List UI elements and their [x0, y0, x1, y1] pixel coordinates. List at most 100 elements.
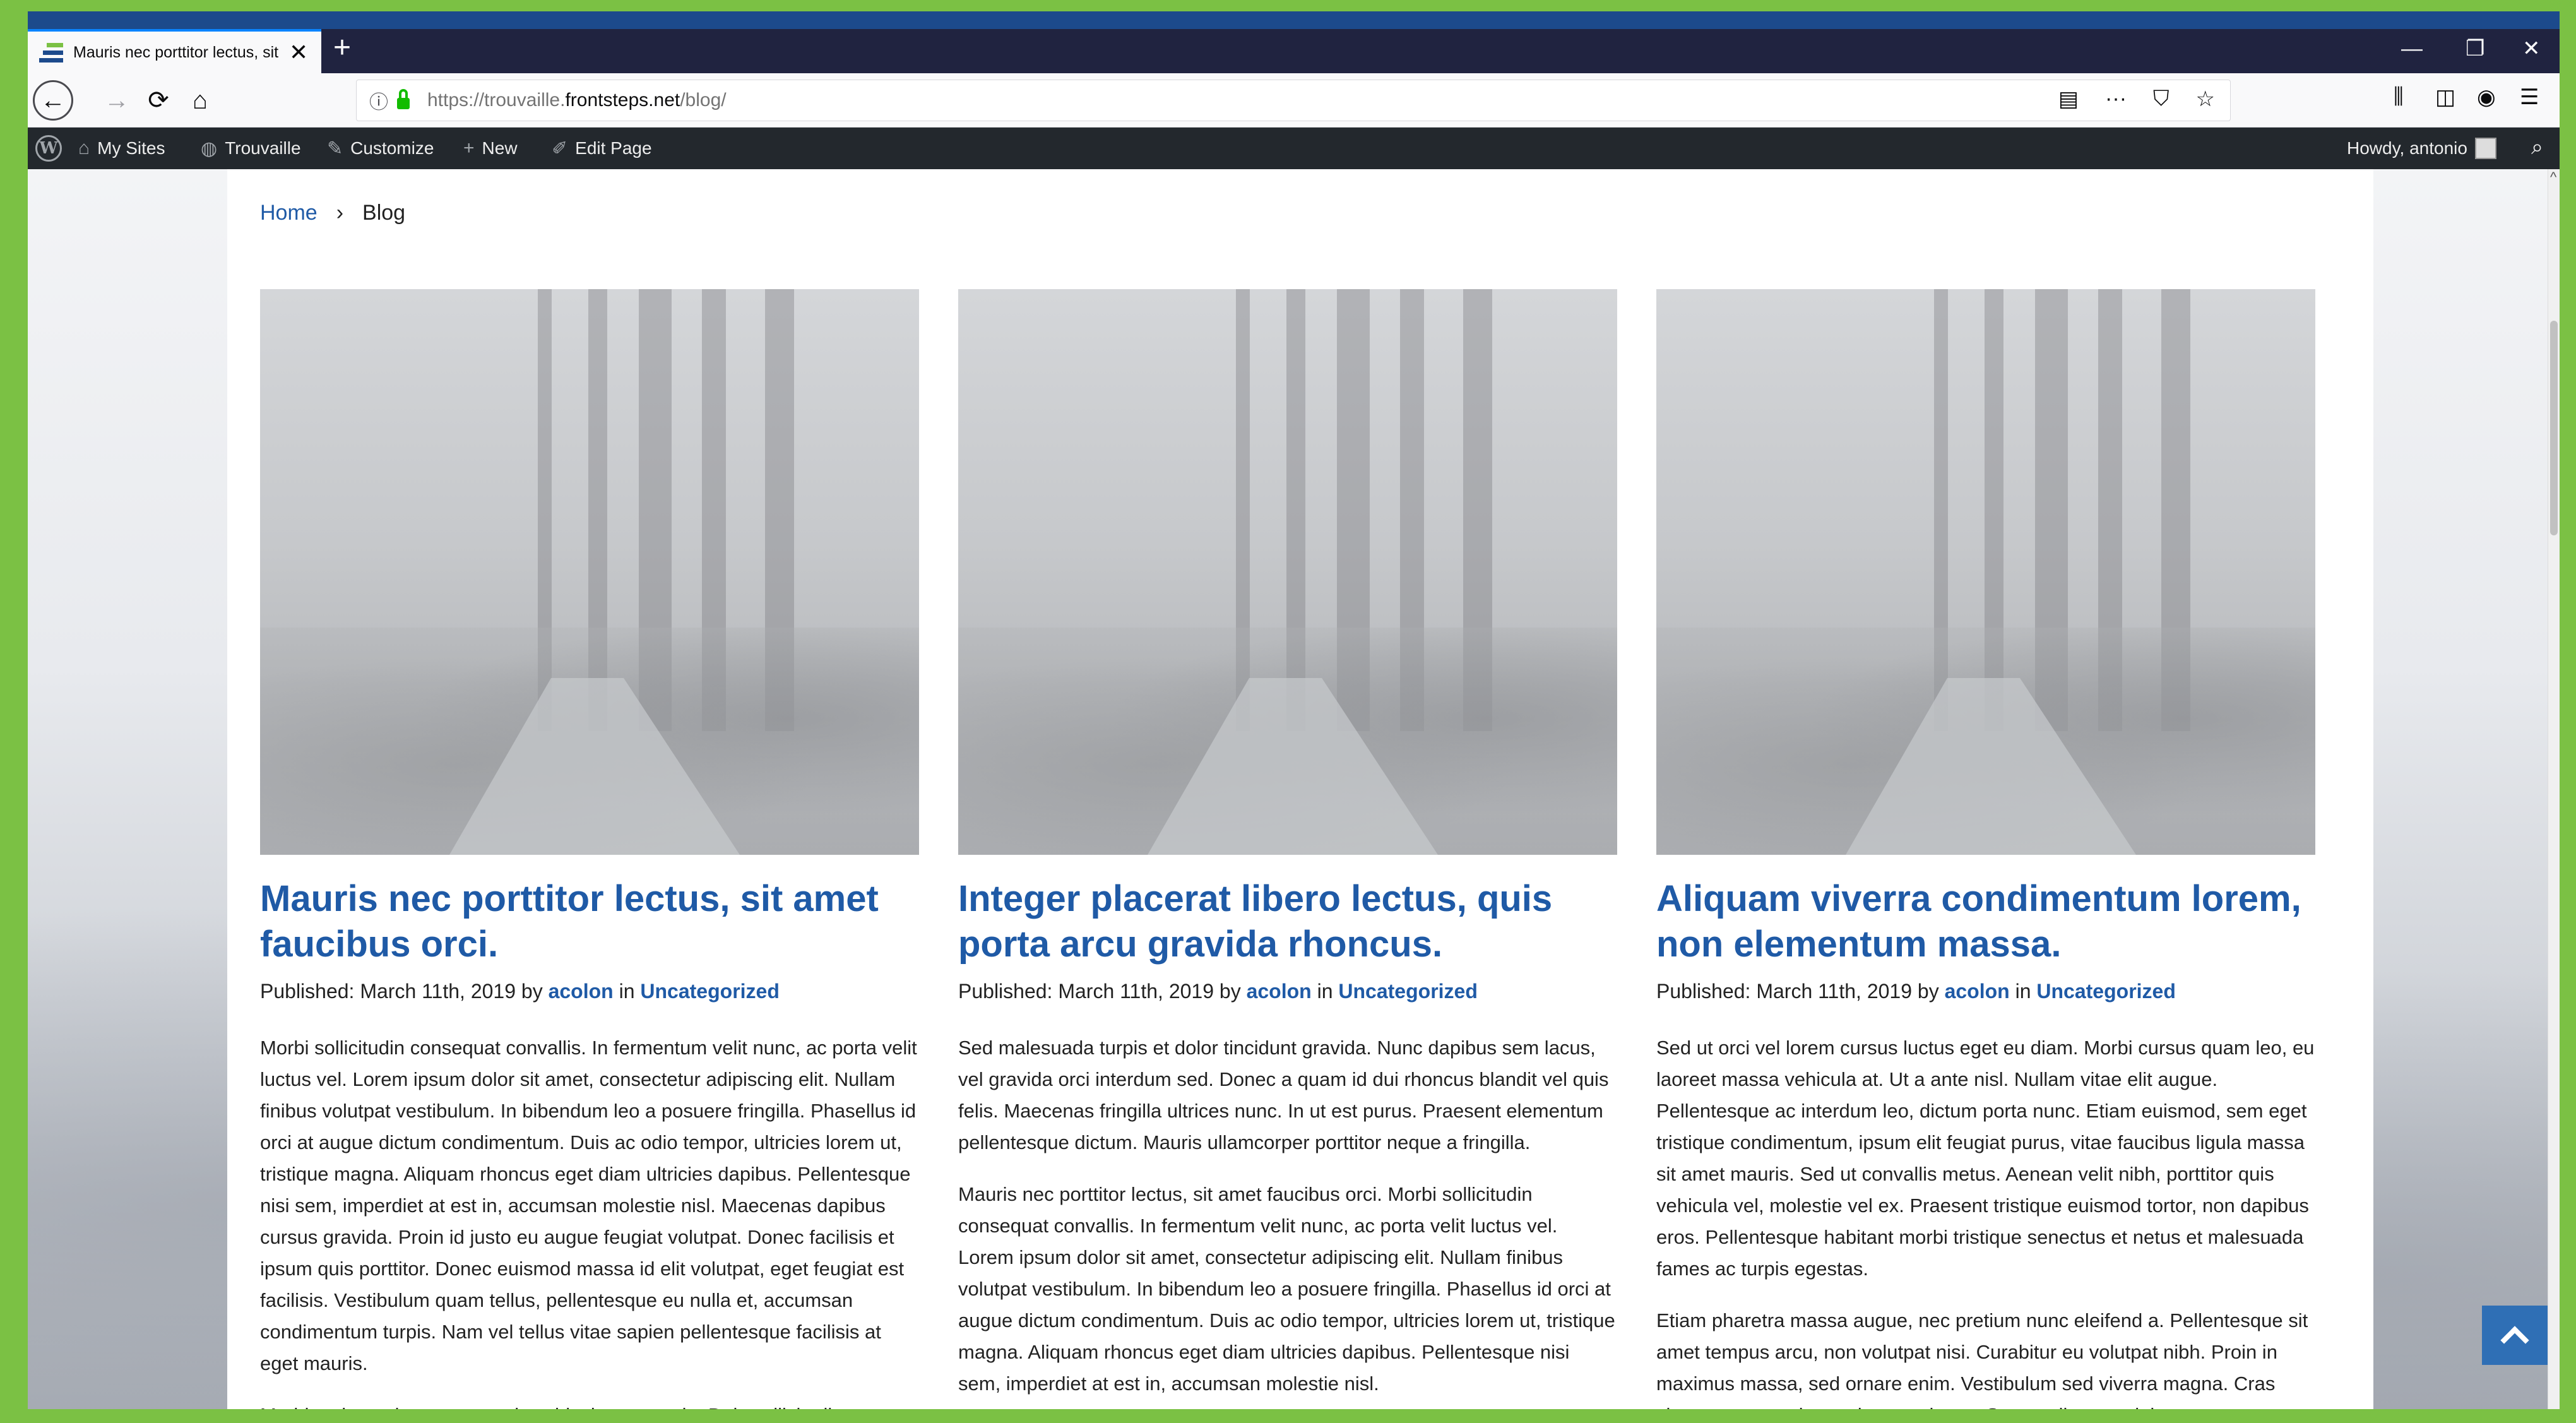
page-scrollbar[interactable]: ^ [2548, 169, 2560, 1409]
admin-search-icon[interactable]: ⌕ [2531, 135, 2543, 160]
account-icon[interactable]: ◉ [2477, 85, 2496, 110]
scroll-up-arrow-icon[interactable]: ^ [2550, 169, 2556, 186]
post-category-link[interactable]: Uncategorized [1338, 980, 1477, 1003]
site-name-menu[interactable]: ◍ Trouvaille [201, 128, 301, 169]
tab-close-icon[interactable]: ✕ [289, 41, 308, 64]
new-content-menu[interactable]: + New [463, 128, 518, 169]
customize-label: Customize [350, 138, 434, 158]
by-label: by [521, 980, 543, 1003]
url-path: /blog/ [680, 90, 727, 110]
library-icon[interactable]: ⫼ [2394, 85, 2404, 109]
pencil-icon: ✐ [552, 138, 568, 159]
post-meta: Published: March 11th, 2019 by acolon in… [1656, 980, 2315, 1003]
back-button[interactable]: ← [33, 80, 73, 121]
frame-right [2560, 0, 2576, 1423]
close-window-button[interactable]: ✕ [2522, 38, 2541, 59]
post-author-link[interactable]: acolon [549, 980, 614, 1003]
post-card: Mauris nec porttitor lectus, sit amet fa… [260, 289, 919, 1409]
url-domain: frontsteps.net [565, 90, 680, 110]
post-title-link[interactable]: Integer placerat libero lectus, quis por… [958, 876, 1617, 967]
post-meta: Published: March 11th, 2019 by acolon in… [260, 980, 919, 1003]
site-name-label: Trouvaille [225, 138, 301, 158]
my-sites-menu[interactable]: ⌂ My Sites [78, 128, 165, 169]
post-excerpt-paragraph: Mauris nec porttitor lectus, sit amet fa… [958, 1183, 1615, 1395]
bookmark-star-icon[interactable]: ☆ [2196, 86, 2215, 112]
reload-button[interactable]: ⟳ [139, 81, 178, 120]
post-excerpt-paragraph: Sed ut orci vel lorem cursus luctus eget… [1656, 1037, 2315, 1280]
pocket-icon[interactable]: ⛉ [2153, 86, 2169, 112]
tab-strip: Mauris nec porttitor lectus, sit amet fa… [28, 29, 2560, 73]
post-featured-image[interactable] [260, 289, 919, 855]
post-featured-image[interactable] [958, 289, 1617, 855]
new-tab-button[interactable]: + [333, 33, 351, 63]
my-sites-label: My Sites [97, 138, 165, 158]
wp-logo-menu[interactable]: W [35, 128, 62, 169]
edit-page-label: Edit Page [575, 138, 652, 158]
minimize-button[interactable]: — [2401, 38, 2423, 59]
browser-window: Mauris nec porttitor lectus, sit amet fa… [28, 29, 2560, 1409]
post-category-link[interactable]: Uncategorized [640, 980, 779, 1003]
post-excerpt-paragraph: Sed malesuada turpis et dolor tincidunt … [958, 1037, 1609, 1153]
my-account-menu[interactable]: Howdy, antonio [2347, 128, 2496, 169]
breadcrumb: Home › Blog [260, 201, 405, 225]
sidebar-icon[interactable]: ◫ [2435, 85, 2455, 110]
avatar [2474, 138, 2496, 159]
paintbrush-icon: ✎ [327, 138, 343, 159]
post-title-link[interactable]: Aliquam viverra condimentum lorem, non e… [1656, 876, 2315, 967]
by-label: by [1219, 980, 1241, 1003]
tab-title: Mauris nec porttitor lectus, sit amet fa… [73, 43, 282, 61]
new-label: New [482, 138, 518, 158]
frame-bottom [0, 1409, 2576, 1423]
navigation-toolbar: ← → ⟳ ⌂ ⓘ https://trouvaille.frontsteps.… [28, 73, 2560, 128]
main-content: Home › Blog Mauris nec porttitor lectus,… [227, 169, 2373, 1409]
restore-button[interactable]: ❐ [2466, 38, 2484, 59]
breadcrumb-home-link[interactable]: Home [260, 201, 318, 225]
frame-left [0, 0, 28, 1423]
menu-icon[interactable]: ☰ [2520, 85, 2539, 110]
post-card: Aliquam viverra condimentum lorem, non e… [1656, 289, 2315, 1409]
post-featured-image[interactable] [1656, 289, 2315, 855]
site-info-icon[interactable]: ⓘ [369, 86, 388, 114]
site-favicon-icon [39, 40, 64, 64]
dashboard-icon: ◍ [201, 138, 218, 159]
post-date: March 11th, 2019 [1756, 980, 1912, 1003]
url-prefix: https://trouvaille. [427, 90, 566, 110]
published-label: Published: [1656, 980, 1751, 1003]
url-actions: ▤ ··· ⛉ ☆ [2058, 86, 2215, 112]
customize-link[interactable]: ✎ Customize [327, 128, 434, 169]
page-actions-icon[interactable]: ··· [2105, 86, 2127, 112]
browser-tab-active[interactable]: Mauris nec porttitor lectus, sit amet fa… [28, 29, 321, 73]
post-author-link[interactable]: acolon [1945, 980, 2010, 1003]
post-title-link[interactable]: Mauris nec porttitor lectus, sit amet fa… [260, 876, 919, 967]
post-excerpt-paragraph: Morbi sollicitudin consequat convallis. … [260, 1037, 917, 1374]
back-to-top-button[interactable] [2482, 1306, 2548, 1365]
my-sites-icon: ⌂ [78, 138, 90, 158]
post-excerpt-paragraph: Morbi malesuada ante et turpis vehicula … [260, 1400, 919, 1409]
forward-button[interactable]: → [97, 81, 136, 120]
by-label: by [1917, 980, 1939, 1003]
published-label: Published: [260, 980, 355, 1003]
post-card: Integer placerat libero lectus, quis por… [958, 289, 1617, 1400]
url-text[interactable]: https://trouvaille.frontsteps.net/blog/ [427, 90, 727, 111]
address-bar[interactable]: ⓘ https://trouvaille.frontsteps.net/blog… [356, 80, 2231, 121]
post-author-link[interactable]: acolon [1247, 980, 1312, 1003]
post-meta: Published: March 11th, 2019 by acolon in… [958, 980, 1617, 1003]
wordpress-logo-icon: W [35, 135, 62, 162]
post-excerpt-paragraph: Etiam pharetra massa augue, nec pretium … [1656, 1309, 2308, 1409]
post-category-link[interactable]: Uncategorized [2036, 980, 2175, 1003]
reader-view-icon[interactable]: ▤ [2058, 86, 2079, 112]
frame-top [0, 0, 2576, 11]
published-label: Published: [958, 980, 1053, 1003]
in-label: in [1317, 980, 1333, 1003]
breadcrumb-separator: › [336, 201, 344, 225]
lock-icon [397, 89, 410, 109]
wp-admin-bar: W ⌂ My Sites ◍ Trouvaille ✎ Customize + … [28, 128, 2560, 169]
home-button[interactable]: ⌂ [181, 81, 220, 120]
post-date: March 11th, 2019 [1058, 980, 1214, 1003]
edit-page-link[interactable]: ✐ Edit Page [552, 128, 652, 169]
in-label: in [619, 980, 635, 1003]
scrollbar-thumb[interactable] [2550, 321, 2558, 535]
post-date: March 11th, 2019 [360, 980, 516, 1003]
chevron-up-icon [2500, 1326, 2529, 1355]
page-viewport: Home › Blog Mauris nec porttitor lectus,… [28, 169, 2548, 1409]
